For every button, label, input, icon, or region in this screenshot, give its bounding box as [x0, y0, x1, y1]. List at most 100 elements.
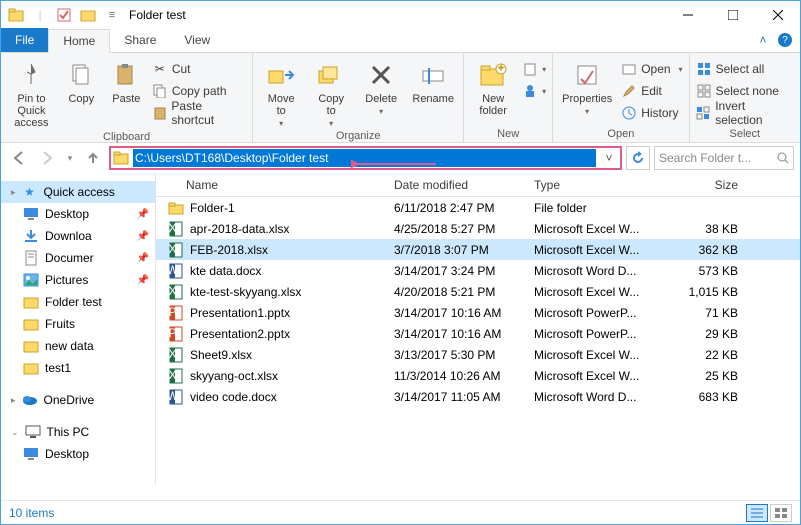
new-item-icon	[522, 61, 538, 77]
forward-button[interactable]	[35, 146, 59, 170]
cut-button[interactable]: ✂Cut	[152, 59, 246, 79]
delete-icon	[365, 59, 397, 91]
paste-button[interactable]: Paste	[107, 57, 146, 105]
svg-text:P: P	[168, 305, 176, 319]
col-type[interactable]: Type	[526, 178, 666, 192]
edit-button[interactable]: Edit	[621, 81, 682, 101]
sidebar-desktop[interactable]: Desktop📌	[1, 203, 155, 225]
chevron-down-icon: ▾	[329, 119, 333, 128]
history-button[interactable]: History	[621, 103, 682, 123]
move-to-button[interactable]: Move to ▾	[259, 57, 303, 128]
file-name: apr-2018-data.xlsx	[190, 222, 289, 236]
folder-icon	[23, 294, 39, 310]
qat-properties-icon[interactable]	[53, 4, 75, 26]
properties-button[interactable]: Properties ▾	[559, 57, 615, 116]
maximize-button[interactable]	[710, 1, 755, 29]
up-button[interactable]	[81, 146, 105, 170]
delete-button[interactable]: Delete ▾	[359, 57, 403, 116]
file-row[interactable]: XFEB-2018.xlsx3/7/2018 3:07 PMMicrosoft …	[156, 239, 800, 260]
minimize-button[interactable]	[665, 1, 710, 29]
sidebar-onedrive[interactable]: ▸OneDrive	[1, 389, 155, 411]
qat-customize-icon[interactable]: ≡	[101, 4, 123, 26]
file-row[interactable]: PPresentation1.pptx3/14/2017 10:16 AMMic…	[156, 302, 800, 323]
details-view-button[interactable]	[746, 504, 768, 522]
close-button[interactable]	[755, 1, 800, 29]
sidebar-test1[interactable]: test1	[1, 357, 155, 379]
tab-home[interactable]: Home	[48, 29, 110, 53]
col-name[interactable]: Name	[156, 178, 386, 192]
qat-newfolder-icon[interactable]	[77, 4, 99, 26]
file-name: video code.docx	[190, 390, 277, 404]
easy-access-button[interactable]: ▾	[522, 81, 546, 101]
file-type: Microsoft PowerP...	[526, 306, 666, 320]
file-row[interactable]: Wvideo code.docx3/14/2017 11:05 AMMicros…	[156, 386, 800, 407]
paste-shortcut-icon	[152, 105, 168, 121]
sidebar-this-pc[interactable]: ⌄This PC	[1, 421, 155, 443]
select-none-button[interactable]: Select none	[696, 81, 794, 101]
group-label-open: Open	[559, 126, 682, 140]
refresh-button[interactable]	[626, 146, 650, 170]
col-date[interactable]: Date modified	[386, 178, 526, 192]
paste-shortcut-button[interactable]: Paste shortcut	[152, 103, 246, 123]
select-all-icon	[696, 61, 712, 77]
copy-path-button[interactable]: Copy path	[152, 81, 246, 101]
copy-button[interactable]: Copy	[62, 57, 101, 105]
open-button[interactable]: Open▾	[621, 59, 682, 79]
new-folder-button[interactable]: ✦ New folder	[470, 57, 516, 117]
invert-selection-button[interactable]: Invert selection	[696, 103, 794, 123]
file-row[interactable]: Xapr-2018-data.xlsx4/25/2018 5:27 PMMicr…	[156, 218, 800, 239]
sidebar-documents[interactable]: Documer📌	[1, 247, 155, 269]
tab-file[interactable]: File	[1, 28, 48, 52]
large-icons-view-button[interactable]	[770, 504, 792, 522]
star-icon: ★	[22, 184, 38, 200]
file-row[interactable]: XSheet9.xlsx3/13/2017 5:30 PMMicrosoft E…	[156, 344, 800, 365]
pin-icon: 📌	[137, 231, 149, 242]
search-box[interactable]: Search Folder t...	[654, 146, 794, 170]
file-name: Folder-1	[190, 201, 235, 215]
copy-to-button[interactable]: Copy to ▾	[309, 57, 353, 128]
sidebar-pictures[interactable]: Pictures📌	[1, 269, 155, 291]
file-name: kte-test-skyyang.xlsx	[190, 285, 301, 299]
address-path-box[interactable]: ˅	[109, 146, 622, 170]
help-icon[interactable]: ?	[776, 31, 794, 49]
rename-button[interactable]: Rename	[409, 57, 457, 105]
file-row[interactable]: Xskyyang-oct.xlsx11/3/2014 10:26 AMMicro…	[156, 365, 800, 386]
xlsx-icon: X	[168, 242, 184, 258]
file-type: Microsoft Word D...	[526, 264, 666, 278]
col-size[interactable]: Size	[666, 178, 746, 192]
search-placeholder: Search Folder t...	[659, 151, 773, 165]
back-button[interactable]	[7, 146, 31, 170]
address-bar: ▾ ˅ Search Folder t...	[1, 143, 800, 173]
sidebar-folder-test[interactable]: Folder test	[1, 291, 155, 313]
file-row[interactable]: Folder-16/11/2018 2:47 PMFile folder	[156, 197, 800, 218]
file-date: 3/13/2017 5:30 PM	[386, 348, 526, 362]
sidebar-downloads[interactable]: Downloa📌	[1, 225, 155, 247]
new-item-button[interactable]: ▾	[522, 59, 546, 79]
sidebar-fruits[interactable]: Fruits	[1, 313, 155, 335]
file-type: Microsoft Excel W...	[526, 369, 666, 383]
svg-text:W: W	[168, 389, 179, 403]
select-all-button[interactable]: Select all	[696, 59, 794, 79]
address-input[interactable]	[133, 149, 596, 167]
file-type: Microsoft PowerP...	[526, 327, 666, 341]
tab-share[interactable]: Share	[110, 28, 170, 52]
file-type: Microsoft Excel W...	[526, 285, 666, 299]
folder-icon	[23, 360, 39, 376]
sidebar-new-data[interactable]: new data	[1, 335, 155, 357]
address-dropdown-icon[interactable]: ˅	[600, 151, 618, 165]
ribbon-collapse-icon[interactable]: ˄	[754, 31, 772, 49]
titlebar: | ≡ Folder test	[1, 1, 800, 29]
pin-to-quick-access-button[interactable]: Pin to Quick access	[7, 57, 56, 129]
qat-folder-icon[interactable]	[5, 4, 27, 26]
new-folder-icon: ✦	[477, 59, 509, 91]
file-row[interactable]: PPresentation2.pptx3/14/2017 10:16 AMMic…	[156, 323, 800, 344]
xlsx-icon: X	[168, 221, 184, 237]
svg-text:P: P	[168, 326, 176, 340]
file-size: 22 KB	[666, 348, 746, 362]
file-row[interactable]: Wkte data.docx3/14/2017 3:24 PMMicrosoft…	[156, 260, 800, 281]
file-row[interactable]: Xkte-test-skyyang.xlsx4/20/2018 5:21 PMM…	[156, 281, 800, 302]
recent-locations-button[interactable]: ▾	[63, 146, 77, 170]
tab-view[interactable]: View	[170, 28, 224, 52]
sidebar-quick-access[interactable]: ▸★Quick access	[1, 181, 155, 203]
sidebar-desktop-2[interactable]: Desktop	[1, 443, 155, 465]
